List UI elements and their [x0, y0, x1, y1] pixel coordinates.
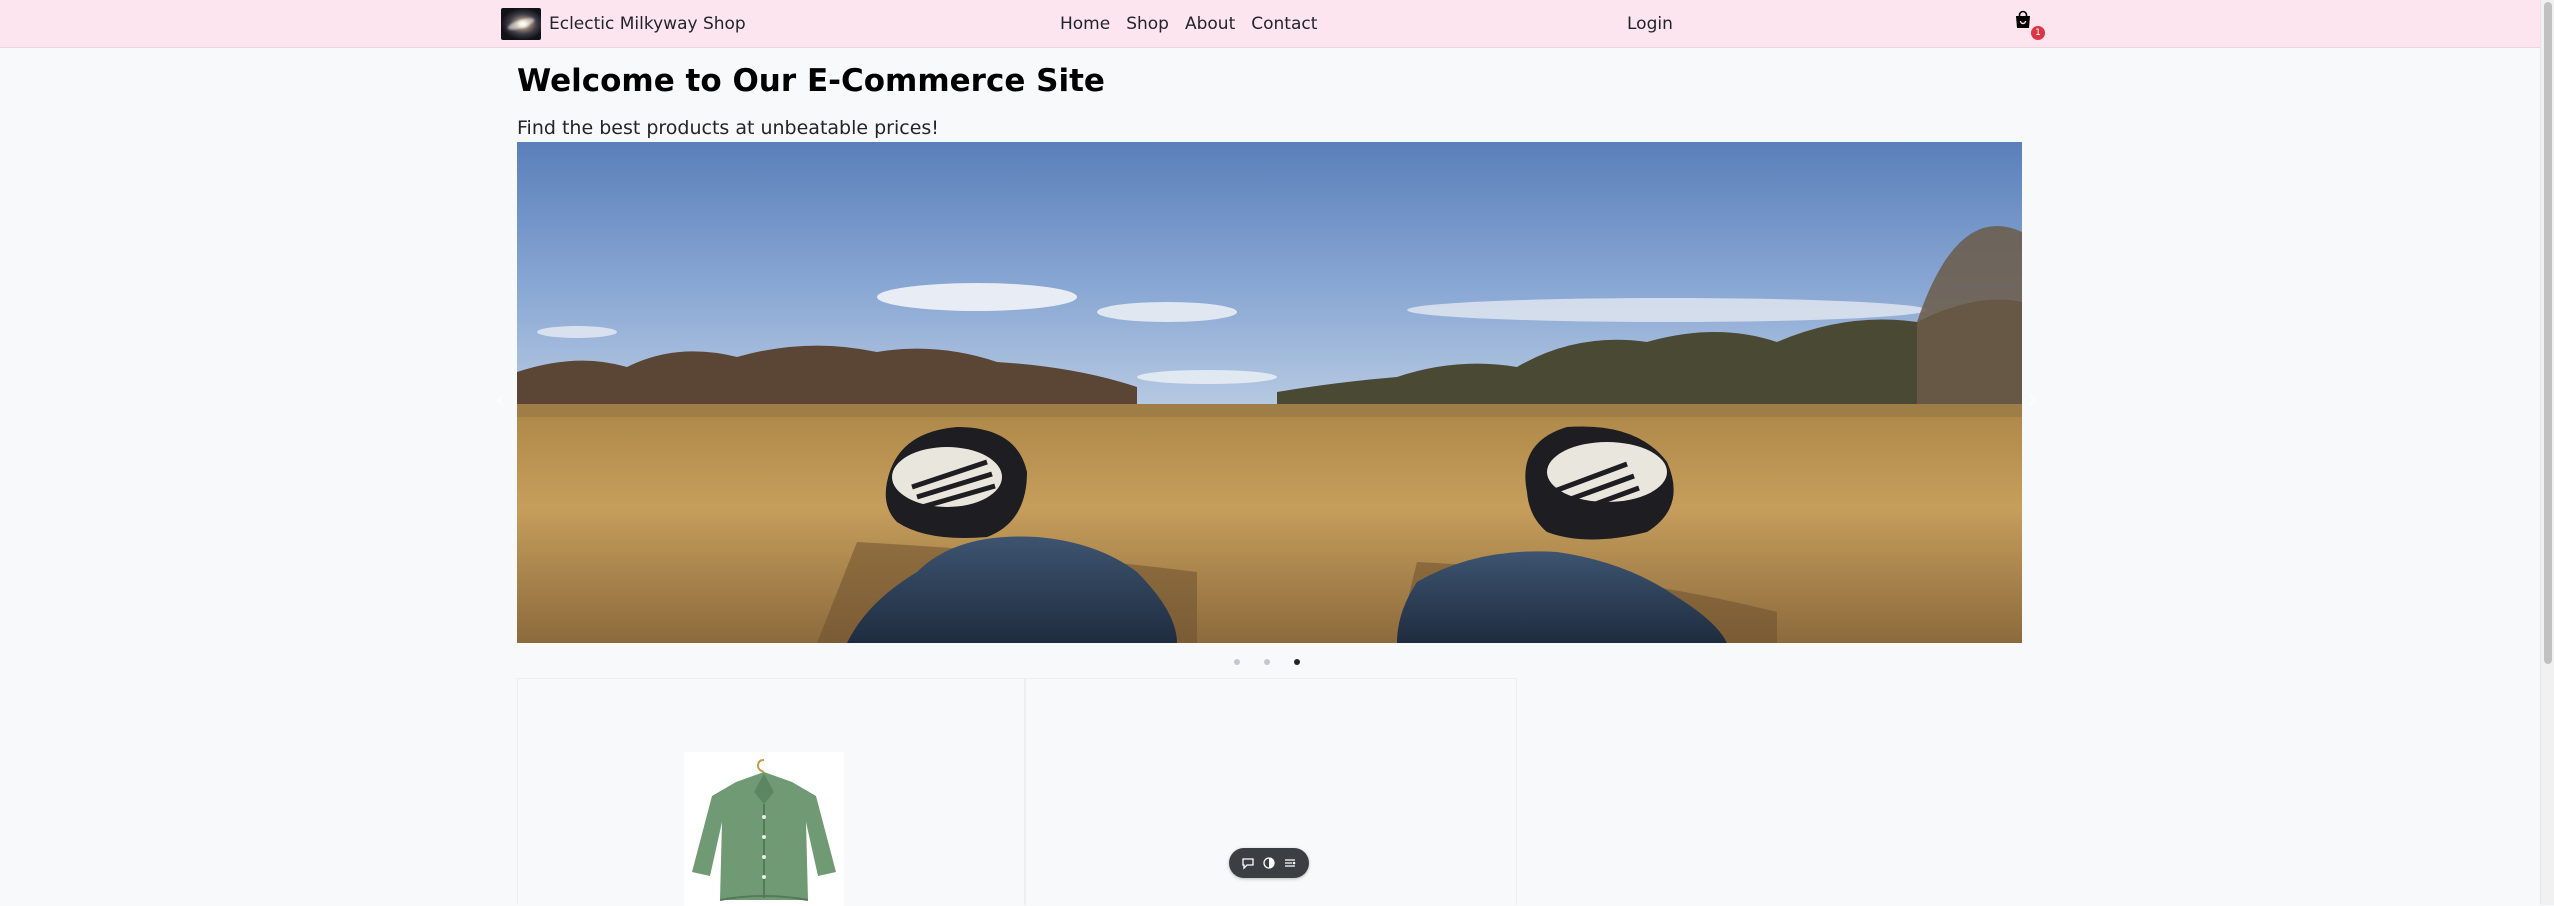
shopping-bag-icon [2016, 10, 2030, 28]
brand-name: Eclectic Milkyway Shop [549, 13, 746, 34]
hero-carousel [517, 142, 2022, 643]
nav-link-about[interactable]: About [1177, 12, 1243, 36]
cart-button[interactable]: 1 [2013, 10, 2047, 44]
brand-link[interactable]: Eclectic Milkyway Shop [501, 7, 746, 41]
carousel-indicator-2[interactable] [1264, 659, 1270, 665]
carousel-next-button[interactable]: › [2018, 385, 2048, 415]
list-settings-icon[interactable] [1281, 854, 1299, 872]
green-shirt-image [692, 759, 836, 901]
page-scrollbar[interactable] [2540, 0, 2554, 905]
carousel-indicators [1234, 659, 1300, 665]
product-card[interactable] [517, 678, 1025, 906]
toggle-view-icon[interactable] [1260, 854, 1278, 872]
carousel-indicator-3[interactable] [1294, 659, 1300, 665]
carousel-prev-button[interactable]: ‹ [485, 385, 515, 415]
nav-link-contact[interactable]: Contact [1243, 12, 1325, 36]
carousel-slide-image [517, 142, 2022, 643]
login-link[interactable]: Login [1627, 12, 1673, 36]
galaxy-logo-icon [501, 8, 541, 40]
page-title: Welcome to Our E-Commerce Site [517, 63, 1105, 99]
page-subtitle: Find the best products at unbeatable pri… [517, 117, 939, 139]
carousel-indicator-1[interactable] [1234, 659, 1240, 665]
nav-link-home[interactable]: Home [1052, 12, 1118, 36]
floating-toolbar [1229, 848, 1309, 878]
product-image[interactable] [684, 752, 844, 906]
cart-count-badge: 1 [2031, 26, 2045, 40]
chat-bubble-icon[interactable] [1239, 854, 1257, 872]
top-navbar: Eclectic Milkyway Shop Home Shop About C… [0, 0, 2540, 48]
scrollbar-thumb[interactable] [2544, 2, 2552, 664]
nav-link-shop[interactable]: Shop [1118, 12, 1177, 36]
product-grid [517, 678, 1517, 906]
main-nav: Home Shop About Contact [1052, 12, 1325, 36]
